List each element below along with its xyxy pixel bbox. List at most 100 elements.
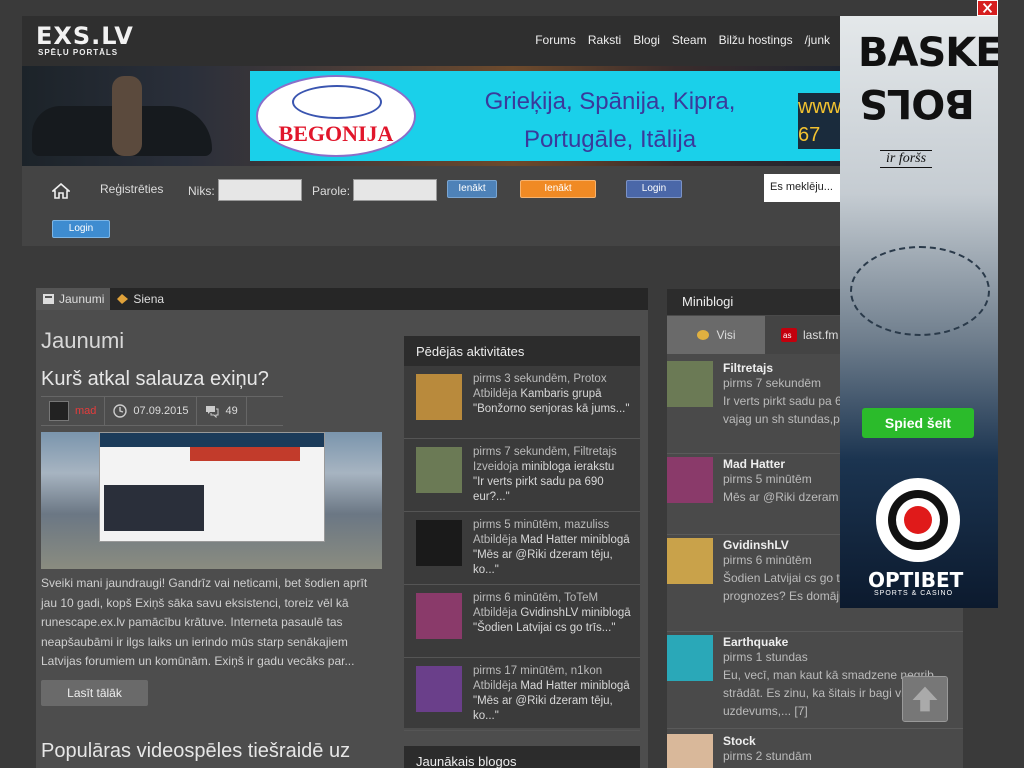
basketball-hoop-illustration xyxy=(850,246,990,336)
activity-action: Atbildēja xyxy=(473,680,518,692)
miniblog-author[interactable]: Filtretajs xyxy=(723,361,773,375)
site-logo[interactable]: EXS.LV SPĒĻU PORTĀLS xyxy=(36,24,146,58)
svg-text:as: as xyxy=(783,331,791,340)
activity-avatar xyxy=(416,447,462,493)
tab-siena[interactable]: Siena xyxy=(110,288,170,310)
author-name: mad xyxy=(75,405,97,417)
article-title-2[interactable]: Populāras videospēles tiešraidē uz lielā… xyxy=(41,738,361,768)
miniblog-author[interactable]: GvidinshLV xyxy=(723,538,789,552)
nav-image-hosting[interactable]: Bilžu hostings xyxy=(719,33,793,47)
home-icon[interactable] xyxy=(52,183,70,199)
activity-action: Atbildēja xyxy=(473,388,518,400)
top-header: EXS.LV SPĒĻU PORTĀLS Forums Raksti Blogi… xyxy=(22,16,840,66)
activity-action: Atbildēja xyxy=(473,607,518,619)
miniblog-time: pirms 2 stundām xyxy=(723,749,812,763)
ad-title-1: BASKET xyxy=(858,30,998,76)
tab-jaunumi[interactable]: Jaunumi xyxy=(36,288,111,310)
ad-brand: OPTIBET xyxy=(868,568,964,592)
activity-quote: "Mēs ar @Riki dzeram tēju, ko..." xyxy=(473,549,613,576)
article-comments[interactable]: 49 xyxy=(197,397,247,425)
ad-line-1: Grieķija, Spānija, Kipra, xyxy=(484,88,736,115)
article-title[interactable]: Kurš atkal salauza exiņu? xyxy=(41,368,269,391)
close-icon[interactable] xyxy=(977,0,998,16)
login-button[interactable]: Ienākt xyxy=(447,180,497,198)
activity-item[interactable]: pirms 7 sekundēm, Filtretajs Izveidoja m… xyxy=(404,439,640,512)
logo-text: EXS.LV xyxy=(36,22,134,50)
miniblog-author[interactable]: Mad Hatter xyxy=(723,457,785,471)
news-tabs: Jaunumi Siena xyxy=(36,288,648,310)
tab-visi[interactable]: Visi xyxy=(667,316,765,354)
blogs-header: Jaunākais blogos xyxy=(404,746,640,768)
login-bar: Reģistrēties Niks: Parole: Ienākt Ienākt… xyxy=(22,166,840,246)
article-image[interactable] xyxy=(41,432,382,569)
activity-item[interactable]: pirms 17 minūtēm, n1kon Atbildēja Mad Ha… xyxy=(404,658,640,731)
nav-forums[interactable]: Forums xyxy=(535,33,576,47)
author-avatar xyxy=(49,401,69,421)
comments-count: 49 xyxy=(225,405,238,417)
activity-target[interactable]: Kambaris grupā xyxy=(520,388,601,400)
activity-quote: "Mēs ar @Riki dzeram tēju, ko..." xyxy=(473,695,613,722)
optibet-side-ad[interactable]: BASKET BOLS ir foršs Spied šeit OPTIBET … xyxy=(840,16,998,608)
activity-target[interactable]: GvidinshLV miniblogā xyxy=(520,607,630,619)
ad-cta-button[interactable]: Spied šeit xyxy=(862,408,974,438)
activities-header: Pēdējās aktivitātes xyxy=(404,336,640,366)
comments-icon xyxy=(206,406,219,418)
nav-junk[interactable]: /junk xyxy=(805,33,830,47)
recent-activities: Pēdējās aktivitātes pirms 3 sekundēm, Pr… xyxy=(404,336,640,731)
figure-illustration xyxy=(112,76,142,156)
nav-steam[interactable]: Steam xyxy=(672,33,707,47)
miniblog-time: pirms 5 minūtēm xyxy=(723,472,812,486)
ad-contact: www 67 xyxy=(798,93,840,149)
twitter-login-button[interactable]: Login xyxy=(52,220,110,238)
ad-www: www xyxy=(798,96,840,118)
nav-raksti[interactable]: Raksti xyxy=(588,33,621,47)
activity-item[interactable]: pirms 6 minūtēm, ToTeM Atbildēja Gvidins… xyxy=(404,585,640,658)
password-input[interactable] xyxy=(353,179,437,201)
miniblog-avatar xyxy=(667,734,713,768)
article-date: 07.09.2015 xyxy=(105,397,198,425)
read-more-button[interactable]: Lasīt tālāk xyxy=(41,680,148,706)
nick-label: Niks: xyxy=(188,184,215,198)
begonija-logo: BEGONIJA xyxy=(256,75,416,157)
search-input[interactable]: Es meklēju... xyxy=(764,174,840,202)
activity-target[interactable]: Mad Hatter miniblogā xyxy=(520,534,629,546)
article-author[interactable]: mad xyxy=(41,397,106,425)
password-label: Parole: xyxy=(312,184,351,198)
chat-icon xyxy=(697,330,710,340)
miniblog-avatar xyxy=(667,635,713,681)
miniblog-time: pirms 6 minūtēm xyxy=(723,553,812,567)
activity-item[interactable]: pirms 3 sekundēm, Protox Atbildēja Kamba… xyxy=(404,366,640,439)
activity-avatar xyxy=(416,374,462,420)
article-meta: mad 07.09.2015 49 xyxy=(41,396,283,426)
scroll-to-top-icon[interactable] xyxy=(902,676,948,722)
activity-meta: pirms 3 sekundēm, Protox xyxy=(473,373,607,385)
begonija-ad-banner[interactable]: BEGONIJA Grieķija, Spānija, Kipra, Portu… xyxy=(250,71,840,161)
activity-quote: "Bonžorno senjoras kā jums..." xyxy=(473,403,630,415)
tab-jaunumi-label: Jaunumi xyxy=(59,292,105,306)
clock-icon xyxy=(113,404,128,418)
news-icon xyxy=(43,294,54,304)
ad-tagline: ir foršs xyxy=(880,150,933,168)
register-link[interactable]: Reģistrēties xyxy=(100,182,163,196)
miniblog-author[interactable]: Earthquake xyxy=(723,635,788,649)
lastfm-icon: as xyxy=(781,328,797,342)
activity-meta: pirms 5 minūtēm, mazuliss xyxy=(473,519,610,531)
facebook-login-button[interactable]: Login xyxy=(626,180,682,198)
nick-input[interactable] xyxy=(218,179,302,201)
ad-title-2: BOLS xyxy=(860,80,975,126)
article-excerpt: Sveiki mani jaundraugi! Gandrīz vai neti… xyxy=(41,576,368,668)
miniblog-author[interactable]: Stock xyxy=(723,734,756,748)
section-heading: Jaunumi xyxy=(41,328,125,353)
top-navigation: Forums Raksti Blogi Steam Bilžu hostings… xyxy=(535,33,830,47)
activity-target[interactable]: minibloga ierakstu xyxy=(522,461,615,473)
activity-target[interactable]: Mad Hatter miniblogā xyxy=(520,680,629,692)
activity-meta: pirms 7 sekundēm, Filtretajs xyxy=(473,446,617,458)
draugiem-login-button[interactable]: Ienākt xyxy=(520,180,596,198)
nav-blogi[interactable]: Blogi xyxy=(633,33,660,47)
miniblog-item[interactable]: Stock pirms 2 stundām xyxy=(667,734,963,768)
miniblog-avatar xyxy=(667,538,713,584)
screenshot-illustration xyxy=(99,432,325,542)
activity-quote: "Ir verts pirkt sadu pa 690 eur?..." xyxy=(473,476,604,503)
ad-brand-sub: SPORTS & CASINO xyxy=(874,590,954,597)
activity-item[interactable]: pirms 5 minūtēm, mazuliss Atbildēja Mad … xyxy=(404,512,640,585)
